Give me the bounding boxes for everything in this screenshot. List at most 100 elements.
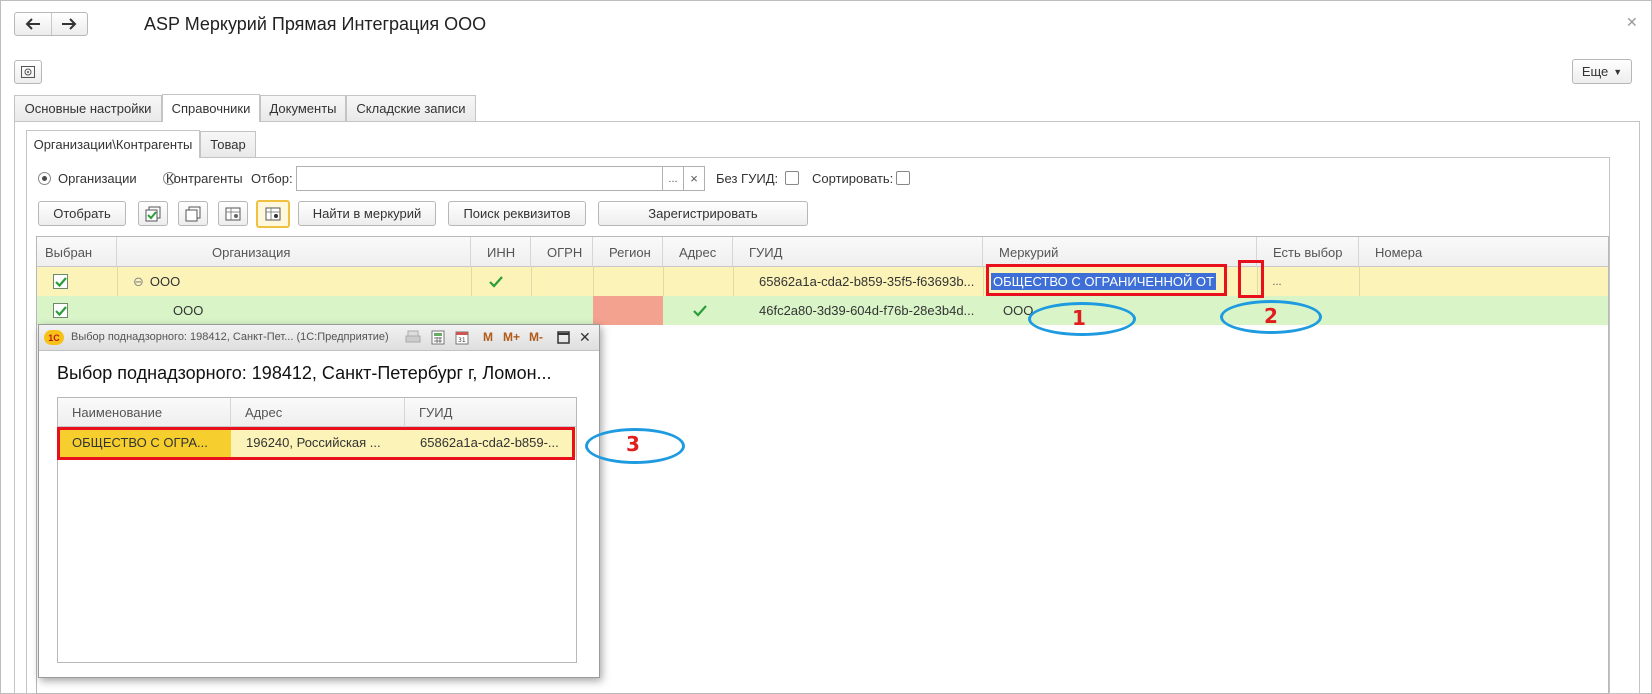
no-guid-checkbox[interactable] — [785, 171, 799, 185]
cell-divider — [663, 267, 664, 296]
close-icon[interactable]: ✕ — [579, 329, 591, 346]
nav-buttons — [14, 12, 88, 36]
tab-label: Справочники — [171, 101, 251, 116]
col-mercury[interactable]: Меркурий — [983, 237, 1257, 267]
tab-documents[interactable]: Документы — [260, 95, 346, 121]
uncheck-all-button[interactable] — [178, 201, 208, 226]
dialog-table-header: Наименование Адрес ГУИД — [58, 398, 576, 427]
checkmark-icon — [693, 304, 707, 317]
col-numbers[interactable]: Номера — [1359, 237, 1610, 267]
find-in-mercury-button[interactable]: Найти в меркурий — [298, 201, 436, 226]
annotation-box-dialog-row — [57, 427, 575, 460]
table-row[interactable]: ⊖ ООО 65862a1a-cda2-b859-35f5-f63693b...… — [37, 267, 1608, 296]
forward-button[interactable] — [50, 13, 88, 35]
row-selected-cell[interactable] — [53, 296, 83, 325]
cell-divider — [1359, 267, 1360, 296]
check-all-button[interactable] — [138, 201, 168, 226]
table-settings-icon — [225, 207, 241, 220]
memory-m-button[interactable]: M — [483, 330, 493, 344]
dialog-col-guid[interactable]: ГУИД — [405, 398, 577, 427]
select-button[interactable]: Отобрать — [38, 201, 126, 226]
register-button[interactable]: Зарегистрировать — [598, 201, 808, 226]
cell-divider — [983, 267, 984, 296]
search-button-label: Поиск реквизитов — [463, 206, 571, 221]
checkmark-icon — [54, 276, 67, 287]
tab-main-settings[interactable]: Основные настройки — [14, 95, 162, 121]
dialog-col-address[interactable]: Адрес — [231, 398, 405, 427]
col-has-choice[interactable]: Есть выбор — [1257, 237, 1359, 267]
row-checkbox[interactable] — [53, 274, 68, 289]
col-guid[interactable]: ГУИД — [733, 237, 983, 267]
table-export-icon — [265, 207, 281, 221]
calendar-icon[interactable]: 31 — [455, 330, 469, 348]
mercury-choice-button[interactable]: ... — [1269, 267, 1285, 296]
row-guid-cell: 46fc2a80-3d39-604d-f76b-28e3b4d... — [759, 303, 975, 318]
filter-input[interactable] — [296, 166, 663, 191]
annotation-number-2: 2 — [1264, 304, 1278, 328]
table-header: Выбран Организация ИНН ОГРН Регион Адрес… — [37, 237, 1608, 267]
radio-contractors-label: Контрагенты — [166, 171, 243, 186]
table-row[interactable]: ООО 46fc2a80-3d39-604d-f76b-28e3b4d... О… — [37, 296, 1608, 325]
filter-label: Отбор: — [251, 171, 293, 186]
row-checkbox[interactable] — [53, 303, 68, 318]
table-export-button[interactable] — [256, 200, 290, 228]
calculator-icon[interactable] — [431, 330, 445, 348]
print-icon[interactable] — [405, 330, 421, 348]
annotation-number-1: 1 — [1072, 306, 1086, 330]
radio-organizations[interactable] — [38, 172, 51, 185]
more-label: Еще — [1581, 64, 1609, 79]
back-button[interactable] — [15, 13, 51, 35]
row-selected-cell[interactable] — [53, 267, 83, 296]
col-inn[interactable]: ИНН — [471, 237, 531, 267]
tab-label: Основные настройки — [24, 101, 152, 116]
radio-organizations-label: Организации — [58, 171, 137, 186]
checkmark-icon — [54, 305, 67, 316]
memory-plus-button[interactable]: M+ — [503, 330, 520, 344]
col-address[interactable]: Адрес — [663, 237, 733, 267]
dialog-titlebar: 1С Выбор поднадзорного: 198412, Санкт-Пе… — [39, 325, 599, 351]
register-button-label: Зарегистрировать — [648, 206, 758, 221]
uncheck-all-icon — [185, 206, 201, 221]
row-guid-cell: 65862a1a-cda2-b859-35f5-f63693b... — [759, 274, 975, 289]
sort-label: Сортировать: — [812, 171, 894, 186]
organization-name: ООО — [173, 303, 204, 318]
subtab-label: Товар — [210, 137, 246, 152]
select-button-label: Отобрать — [53, 206, 111, 221]
col-region[interactable]: Регион — [593, 237, 663, 267]
filter-clear-button[interactable]: × — [683, 166, 705, 191]
tab-warehouse[interactable]: Складские записи — [346, 95, 476, 121]
collapse-icon[interactable]: ⊖ — [133, 274, 144, 290]
find-button-label: Найти в меркурий — [312, 206, 422, 221]
annotation-box-mercury-cell — [986, 264, 1227, 296]
row-inn-cell — [489, 267, 519, 296]
row-address-cell — [693, 296, 723, 325]
subtab-organizations[interactable]: Организации\Контрагенты — [26, 130, 200, 158]
maximize-icon[interactable] — [557, 331, 570, 347]
dialog-col-name[interactable]: Наименование — [58, 398, 231, 427]
chevron-down-icon: ▼ — [1613, 66, 1623, 77]
dialog-heading: Выбор поднадзорного: 198412, Санкт-Петер… — [57, 363, 552, 383]
arrow-left-icon — [25, 18, 40, 30]
app-logo-icon: 1С — [44, 330, 64, 345]
no-guid-label: Без ГУИД: — [716, 171, 779, 186]
annotation-number-3: 3 — [626, 432, 640, 456]
tab-label: Складские записи — [356, 101, 466, 116]
close-icon[interactable]: ✕ — [1626, 14, 1638, 31]
sort-checkbox[interactable] — [896, 171, 910, 185]
annotation-box-choice-button — [1238, 260, 1264, 298]
col-organization[interactable]: Организация — [117, 237, 471, 267]
settings-button[interactable] — [14, 60, 42, 84]
search-requisites-button[interactable]: Поиск реквизитов — [448, 201, 586, 226]
memory-minus-button[interactable]: M- — [529, 330, 543, 344]
more-button[interactable]: Еще ▼ — [1572, 59, 1632, 84]
tab-references[interactable]: Справочники — [162, 94, 260, 122]
subtab-goods[interactable]: Товар — [200, 131, 256, 157]
filter-browse-button[interactable]: ... — [662, 166, 684, 191]
cell-divider — [471, 267, 472, 296]
col-selected[interactable]: Выбран — [37, 237, 117, 267]
arrow-right-icon — [62, 18, 77, 30]
col-ogrn[interactable]: ОГРН — [531, 237, 593, 267]
table-settings-button[interactable] — [218, 201, 248, 226]
checkmark-icon — [489, 275, 503, 288]
selection-dialog: 1С Выбор поднадзорного: 198412, Санкт-Пе… — [38, 324, 600, 678]
